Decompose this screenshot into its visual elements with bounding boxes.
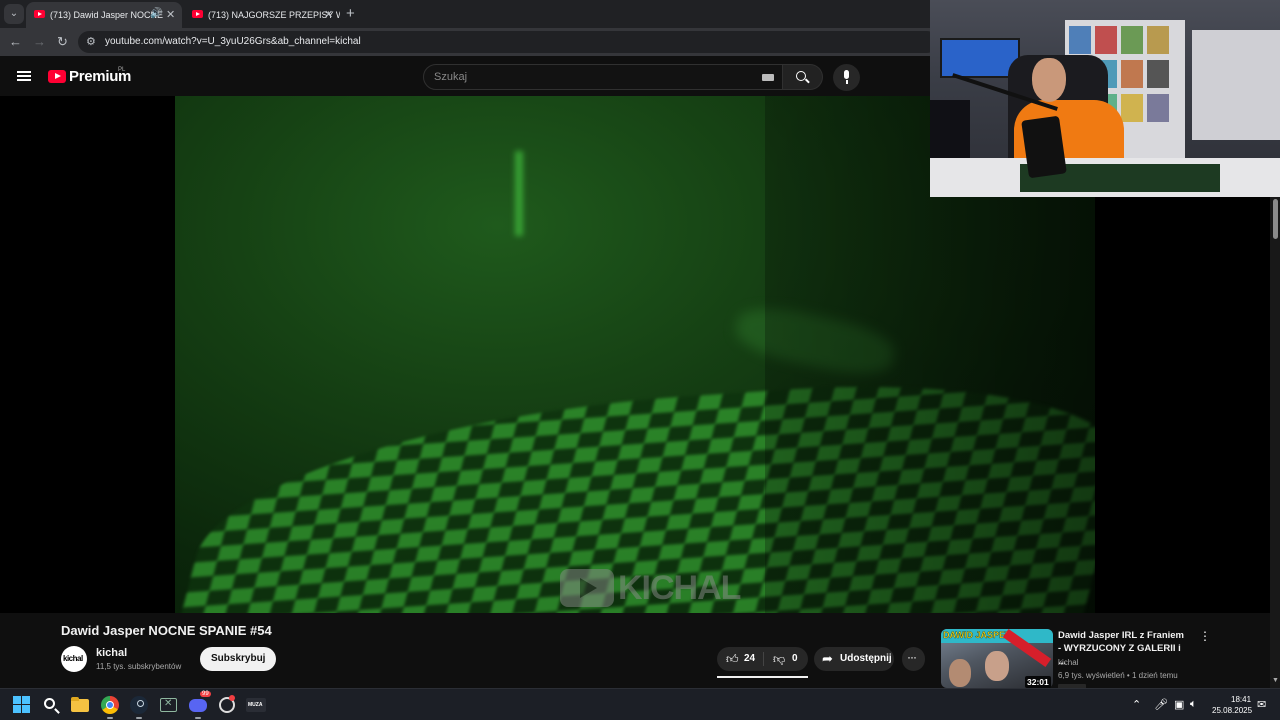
tab-title: (713) NAJGORSZE PRZEPISY W (208, 10, 340, 20)
muza-icon[interactable]: MUZA (246, 695, 266, 715)
steam-icon[interactable] (129, 695, 149, 715)
channel-avatar[interactable]: kichal (61, 646, 87, 672)
show-hidden-icons-icon[interactable]: ⌃ (1132, 698, 1141, 711)
video-frame-light (515, 151, 523, 236)
kebab-menu-icon[interactable]: ⋮ (1199, 629, 1211, 643)
thumbs-down-icon[interactable]: 👎︎ (773, 652, 785, 667)
view-count: 6,9 tys. wyświetleń (1058, 671, 1125, 680)
search-input[interactable] (434, 69, 754, 85)
share-button[interactable]: ➦ Udostępnij (814, 647, 894, 671)
forward-icon[interactable]: → (33, 34, 46, 49)
webcam-window (1192, 30, 1280, 140)
share-label: Udostępnij (840, 653, 892, 664)
new-tab-button[interactable]: + (346, 5, 355, 22)
play-logo-icon (560, 569, 614, 607)
scrollbar-thumb[interactable] (1273, 199, 1278, 239)
dislike-count[interactable]: 0 (792, 653, 798, 664)
youtube-favicon-icon (34, 10, 45, 18)
webcam-overlay (930, 0, 1280, 197)
address-bar[interactable]: ⚙ youtube.com/watch?v=U_3yuU26Grs&ab_cha… (78, 31, 938, 53)
app-icon[interactable] (217, 695, 237, 715)
upload-age: 1 dzień temu (1131, 671, 1178, 680)
keyboard-icon[interactable] (762, 74, 774, 81)
file-explorer-icon[interactable] (70, 695, 90, 715)
search-icon (796, 71, 806, 81)
subscriber-count: 11,5 tys. subskrybentów (96, 662, 182, 671)
chrome-icon[interactable] (100, 695, 120, 715)
youtube-favicon-icon (192, 10, 203, 18)
webcam-monitor (930, 100, 970, 160)
thumbs-up-icon[interactable]: 👍︎ (726, 652, 739, 667)
volume-icon[interactable]: 🔈︎ (1190, 698, 1197, 711)
clock-time[interactable]: 18:41 (1231, 695, 1251, 704)
voice-search-button[interactable] (833, 64, 860, 91)
muza-label: MUZA (248, 702, 263, 708)
microphone-icon[interactable]: 🎤︎ (1154, 698, 1168, 711)
windows-taskbar: ✕ 99 MUZA ⌃ 🎤︎ ▣ 🔈︎ 18:41 25.08.2025 ✉ (0, 688, 1280, 720)
scroll-down-arrow-icon[interactable]: ▼ (1272, 677, 1279, 684)
more-actions-button[interactable]: ··· (902, 647, 925, 671)
like-progress-underline (717, 676, 808, 678)
divider (763, 652, 764, 666)
reload-icon[interactable]: ↻ (57, 34, 68, 50)
speaker-icon[interactable]: 🔊 (150, 8, 162, 19)
avatar-text: kichal (63, 654, 83, 663)
network-icon[interactable]: ▣ (1174, 698, 1184, 711)
more-icon: ··· (907, 650, 917, 664)
video-duration: 32:01 (1025, 676, 1051, 688)
clock-date[interactable]: 25.08.2025 (1212, 706, 1252, 715)
tab-search-dropdown-icon[interactable]: ⌄ (4, 4, 24, 24)
youtube-logo-icon[interactable] (48, 70, 66, 83)
microphone-icon (844, 70, 849, 79)
webcam-microphone (1021, 115, 1067, 179)
channel-name[interactable]: kichal (96, 647, 127, 659)
like-dislike-group: 👍︎ 24 👎︎ 0 (717, 647, 808, 671)
watermark-text: KICHAL (618, 569, 741, 607)
tab-title: (713) Dawid Jasper NOCNE (50, 10, 164, 20)
page-scrollbar[interactable]: ▼ (1270, 197, 1280, 688)
like-count[interactable]: 24 (744, 653, 755, 664)
search-icon[interactable] (41, 695, 61, 715)
recommended-meta: 6,9 tys. wyświetleń • 1 dzień temu (1058, 671, 1178, 680)
excel-icon[interactable]: ✕ (159, 695, 179, 715)
search-box (423, 64, 783, 90)
site-info-icon[interactable]: ⚙ (86, 35, 96, 48)
thumbnail-text: DAWID JASPER (943, 630, 1012, 640)
discord-badge: 99 (200, 691, 211, 697)
browser-tab-active[interactable]: (713) Dawid Jasper NOCNE 🔊 ✕ (26, 2, 182, 28)
notification-icon[interactable]: ✉ (1257, 698, 1266, 711)
url-text: youtube.com/watch?v=U_3yuU26Grs&ab_chann… (105, 36, 361, 47)
back-icon[interactable]: ← (9, 34, 22, 49)
browser-tab[interactable]: (713) NAJGORSZE PRZEPISY W ✕ (184, 2, 340, 28)
share-icon: ➦ (822, 651, 833, 666)
webcam-person-head (1032, 58, 1066, 102)
search-button[interactable] (783, 64, 823, 90)
region-label: PL (118, 67, 126, 73)
close-tab-icon[interactable]: ✕ (166, 8, 175, 21)
windows-start-icon[interactable] (12, 695, 32, 715)
subscribe-button[interactable]: Subskrybuj (200, 647, 277, 671)
video-title: Dawid Jasper NOCNE SPANIE #54 (61, 623, 272, 638)
close-tab-icon[interactable]: ✕ (324, 8, 333, 21)
recommended-channel[interactable]: kichal (1058, 658, 1078, 667)
menu-icon[interactable] (17, 71, 31, 81)
discord-icon[interactable]: 99 (188, 691, 211, 715)
